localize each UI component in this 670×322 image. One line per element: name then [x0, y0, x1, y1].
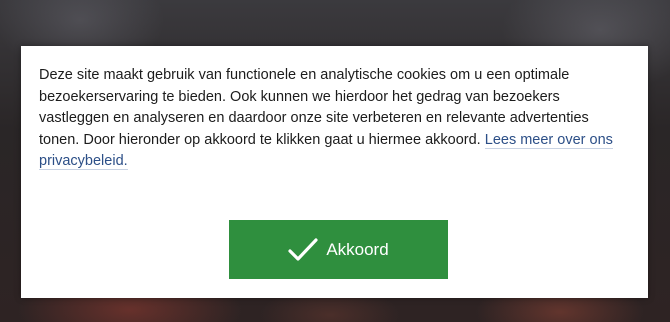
consent-message: Deze site maakt gebruik van functionele …: [39, 65, 631, 173]
accept-button[interactable]: Akkoord: [229, 220, 448, 279]
accept-button-label: Akkoord: [326, 239, 389, 259]
cookie-consent-dialog: Deze site maakt gebruik van functionele …: [21, 46, 648, 298]
checkmark-icon: [288, 237, 318, 262]
